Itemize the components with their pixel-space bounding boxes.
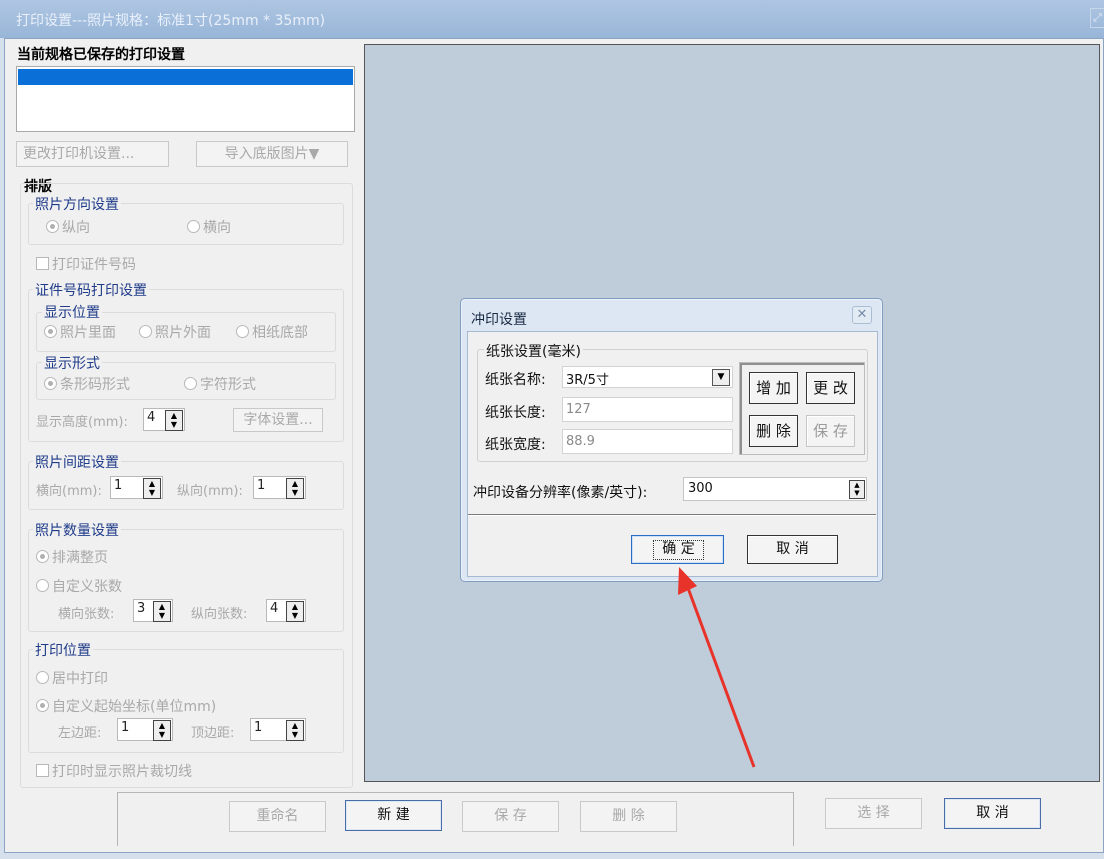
red-arrow-annotation bbox=[678, 567, 756, 768]
arrow-shaft bbox=[686, 587, 756, 768]
